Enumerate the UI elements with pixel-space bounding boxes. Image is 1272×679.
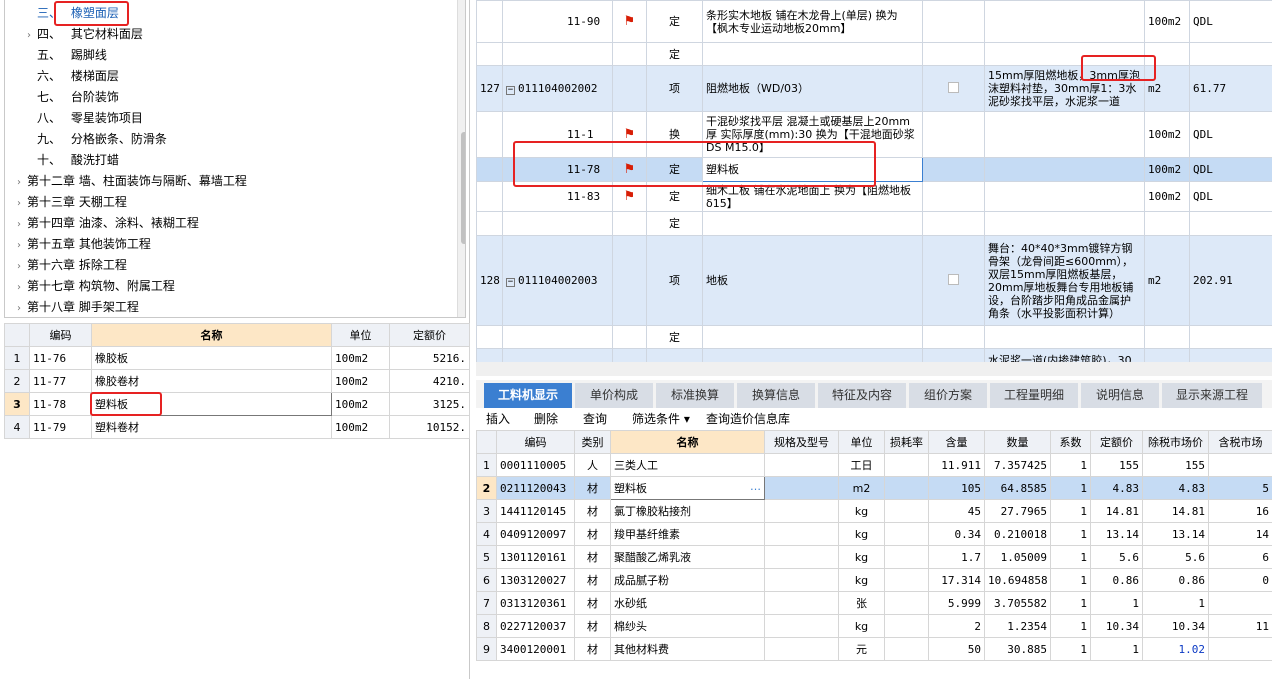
col-header-code[interactable]: 编码	[496, 430, 575, 454]
bill-row[interactable]: 11-90 ⚑ 定 条形实木地板 铺在木龙骨上(单层) 换为【枫木专业运动地板2…	[476, 0, 1272, 43]
table-row[interactable]: 6 1303120027 材成品腻子粉 kg 17.314 10.694858 1 0.86 0…	[476, 568, 1272, 592]
table-row[interactable]: 5 1301120161 材聚醋酸乙烯乳液 kg 1.7 1.05009 1 5.6 5.6 6	[476, 545, 1272, 569]
checkbox[interactable]	[948, 273, 959, 285]
col-header-unit[interactable]: 单位	[838, 430, 885, 454]
tree-item-12[interactable]: › 第十五章 其他装饰工程	[17, 234, 151, 255]
table-row[interactable]: 7 0313120361 材水砂纸张 5.999 3.705582 1 1 1	[476, 591, 1272, 615]
col-header-price[interactable]: 定额价	[389, 323, 470, 347]
tree-item-11[interactable]: › 第十四章 油漆、涂料、裱糊工程	[17, 213, 199, 234]
horizontal-scrollbar[interactable]	[476, 362, 1272, 376]
highlight-box	[1081, 55, 1156, 81]
tree-item-3[interactable]: 五、 踢脚线	[27, 45, 107, 66]
tree-item-10[interactable]: › 第十三章 天棚工程	[17, 192, 127, 213]
material-table: 编码 类别 名称 规格及型号 单位 损耗率 含量 数量 系数 定额价 除税市场价…	[476, 430, 1272, 661]
tree-item-7[interactable]: 九、 分格嵌条、防滑条	[27, 129, 167, 150]
ellipsis-icon[interactable]: …	[750, 480, 761, 493]
library-panel: 三、 橡塑面层 › 四、 其它材料面层 五、 踢脚线 六、 楼梯面层 七、 台阶装…	[0, 0, 470, 679]
quota-list-table: 编码 名称 单位 定额价 1 11-76 橡胶板 100m2 5216. 2 1…	[4, 323, 470, 439]
tab-standard-conversion[interactable]: 标准换算	[656, 383, 734, 408]
table-row[interactable]: 9 3400120001 材其他材料费元 50 30.885 1 1 1.02	[476, 637, 1272, 661]
col-header-quantity[interactable]: 数量	[984, 430, 1051, 454]
collapse-box-icon[interactable]: −	[506, 278, 515, 287]
table-row[interactable]: 1 11-76 橡胶板 100m2 5216.	[4, 346, 470, 370]
flag-icon: ⚑	[623, 189, 636, 204]
table-row-selected[interactable]: 3 11-78 塑料板 100m2 3125.	[4, 392, 470, 416]
tab-source-project[interactable]: 显示来源工程	[1162, 383, 1262, 408]
scroll-thumb[interactable]	[461, 132, 465, 244]
col-header-index	[4, 323, 30, 347]
tree-scrollbar[interactable]	[457, 0, 465, 317]
tree-item-5[interactable]: 七、 台阶装饰	[27, 87, 119, 108]
col-header-name[interactable]: 名称	[610, 430, 765, 454]
price-query-button[interactable]: 查询造价信息库	[706, 408, 790, 430]
bill-row[interactable]: 定	[476, 211, 1272, 236]
table-row[interactable]: 4 11-79 塑料卷材 100m2 10152.	[4, 415, 470, 439]
tab-features[interactable]: 特征及内容	[818, 383, 906, 408]
col-header-quota-price[interactable]: 定额价	[1090, 430, 1143, 454]
tree-item-14[interactable]: › 第十七章 构筑物、附属工程	[17, 276, 175, 297]
col-header-loss[interactable]: 损耗率	[884, 430, 929, 454]
tree-item-9[interactable]: › 第十二章 墙、柱面装饰与隔断、幕墙工程	[17, 171, 247, 192]
highlight-box	[90, 392, 162, 416]
col-header-tax-price[interactable]: 含税市场	[1208, 430, 1272, 454]
table-row[interactable]: 3 1441120145 材氯丁橡胶粘接剂 kg 45 27.7965 1 14.81 14.8…	[476, 499, 1272, 523]
col-header-code[interactable]: 编码	[29, 323, 92, 347]
tree-item-6[interactable]: 八、 零星装饰项目	[27, 108, 143, 129]
bill-row-item[interactable]: 128 −011104002003 项 地板 舞台：40*40*3mm镀锌方钢骨…	[476, 235, 1272, 326]
tab-notes[interactable]: 说明信息	[1081, 383, 1159, 408]
detail-tabs: 工料机显示 单价构成 标准换算 换算信息 特征及内容 组价方案 工程量明细 说明…	[476, 380, 1272, 408]
table-row[interactable]: 8 0227120037 材棉纱头 kg 2 1.2354 1 10.34 10.34 11	[476, 614, 1272, 638]
col-header-factor[interactable]: 系数	[1050, 430, 1091, 454]
flag-icon: ⚑	[623, 14, 636, 29]
tab-pricing-plan[interactable]: 组价方案	[909, 383, 987, 408]
col-header-type[interactable]: 类别	[574, 430, 611, 454]
flag-check-icon: ⚑	[623, 127, 636, 142]
toolbar: 插入 删除 查询 筛选条件 ▾ 查询造价信息库	[476, 408, 1272, 430]
delete-button[interactable]: 删除	[534, 408, 558, 430]
tree-item-8[interactable]: 十、 酸洗打蜡	[27, 150, 119, 171]
highlight-box	[54, 1, 129, 26]
col-header-content[interactable]: 含量	[928, 430, 985, 454]
tree-item-4[interactable]: 六、 楼梯面层	[27, 66, 119, 87]
chapter-tree: 三、 橡塑面层 › 四、 其它材料面层 五、 踢脚线 六、 楼梯面层 七、 台阶装…	[4, 0, 466, 318]
col-header-name[interactable]: 名称	[91, 323, 332, 347]
col-header-market-price[interactable]: 除税市场价	[1142, 430, 1209, 454]
tree-item-15[interactable]: › 第十八章 脚手架工程	[17, 297, 139, 317]
tab-quantity-detail[interactable]: 工程量明细	[990, 383, 1078, 408]
table-row[interactable]: 4 0409120097 材羧甲基纤维素 kg 0.34 0.210018 1 13.14 13…	[476, 522, 1272, 546]
bill-row[interactable]: 定	[476, 325, 1272, 349]
checkbox[interactable]	[948, 81, 959, 93]
table-row[interactable]: 1 0001110005 人三类人工 工日 11.911 7.357425 1 155 155	[476, 453, 1272, 477]
table-row-selected[interactable]: 2 0211120043 材塑料板… m2 105 64.8585 1 4.83 4.83 5	[476, 476, 1272, 500]
query-button[interactable]: 查询	[583, 408, 607, 430]
table-row[interactable]: 2 11-77 橡胶卷材 100m2 4210.	[4, 369, 470, 393]
tree-item-2[interactable]: › 四、 其它材料面层	[27, 24, 143, 45]
insert-button[interactable]: 插入	[486, 408, 510, 430]
tree-item-13[interactable]: › 第十六章 拆除工程	[17, 255, 127, 276]
tab-price-breakdown[interactable]: 单价构成	[575, 383, 653, 408]
col-header-unit[interactable]: 单位	[331, 323, 390, 347]
tab-conversion-info[interactable]: 换算信息	[737, 383, 815, 408]
filter-dropdown[interactable]: 筛选条件 ▾	[632, 408, 690, 430]
tab-materials[interactable]: 工料机显示	[484, 383, 572, 408]
collapse-box-icon[interactable]: −	[506, 86, 515, 95]
bill-row-item[interactable]: 水泥浆一道(内掺建筑胶)，30	[476, 348, 1272, 362]
col-header-spec[interactable]: 规格及型号	[764, 430, 839, 454]
highlight-box	[513, 141, 876, 187]
